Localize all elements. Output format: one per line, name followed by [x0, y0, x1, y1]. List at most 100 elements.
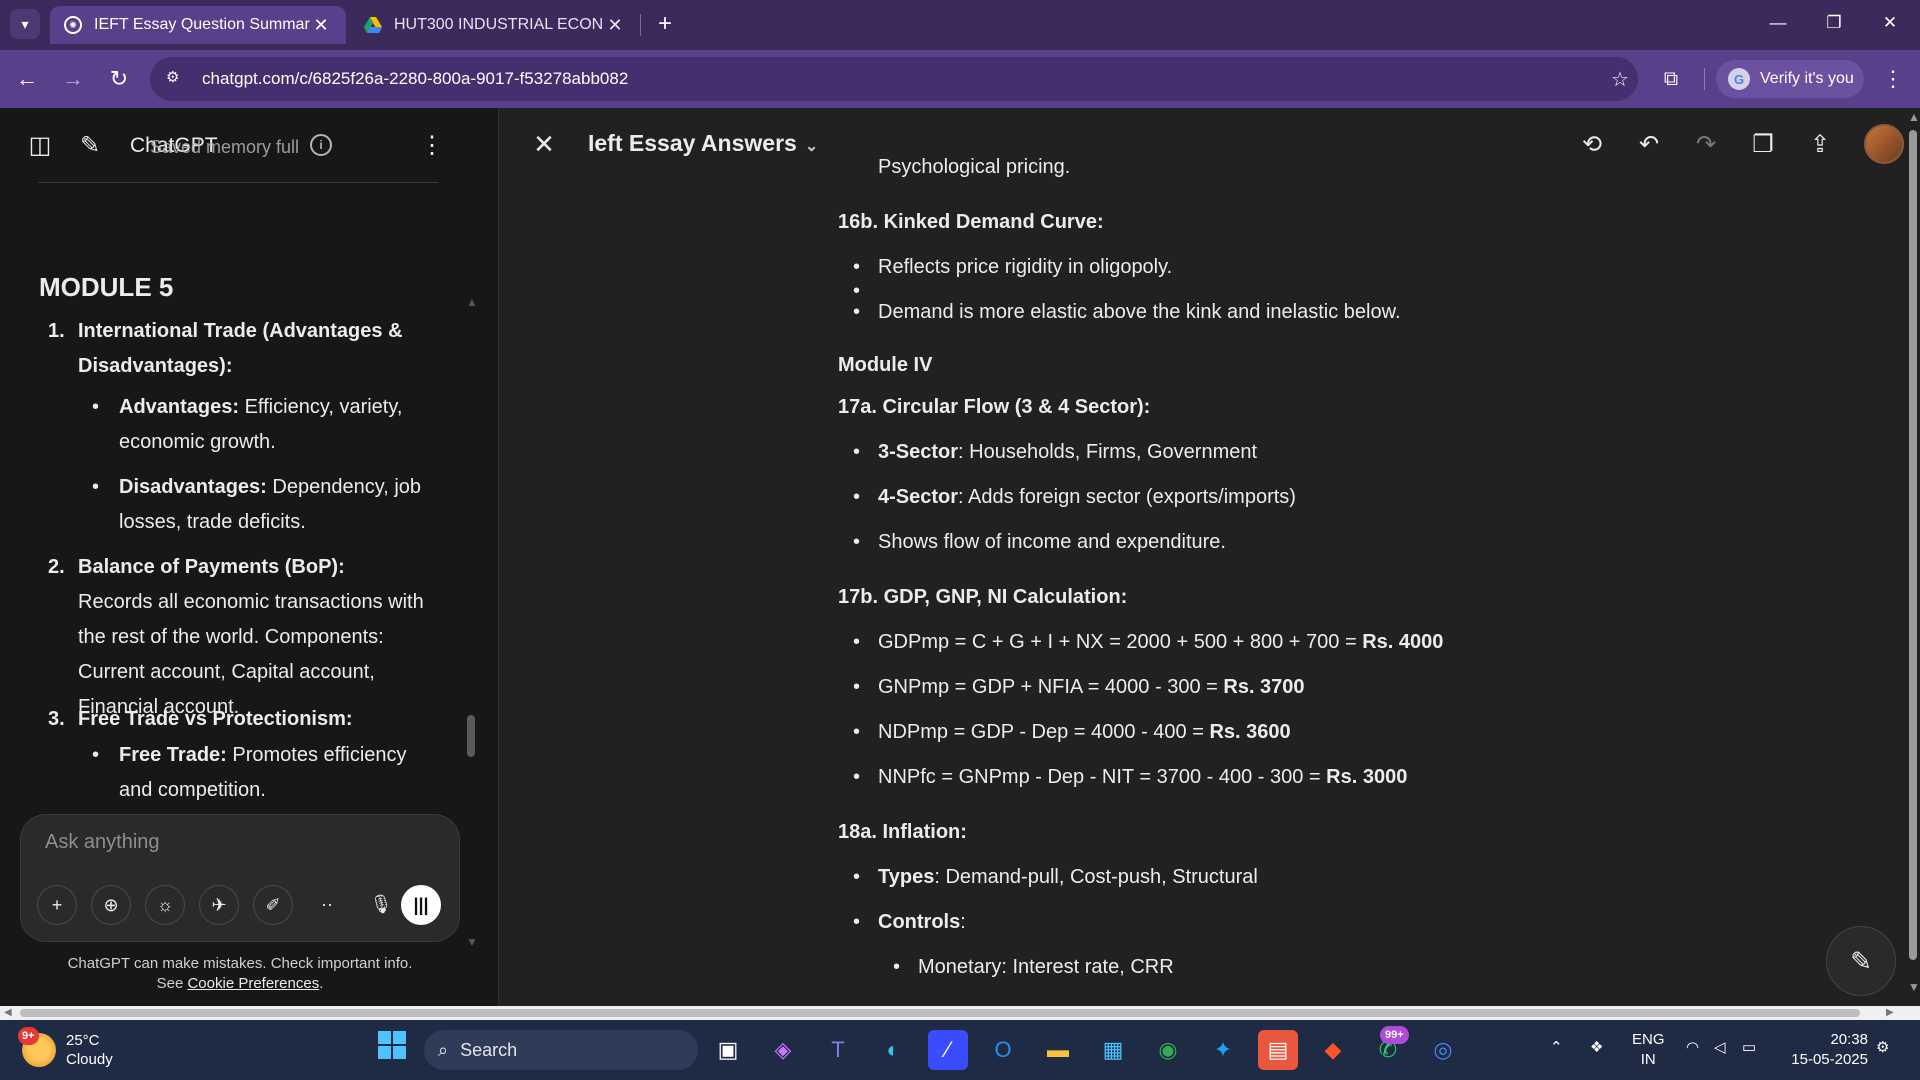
close-canvas-icon[interactable]: ✕ [528, 128, 560, 160]
scroll-up-icon[interactable]: ▲ [1908, 110, 1920, 124]
doc-bullet: Reflects price rigidity in oligopoly. [853, 252, 1172, 282]
doc-bullet: Shows flow of income and expenditure. [853, 527, 1226, 557]
taskbar-search[interactable]: ⌕ Search [424, 1030, 698, 1070]
doc-bullet: Demand is more elastic above the kink an… [853, 297, 1400, 327]
list-number: 1. [48, 320, 65, 342]
tab-separator [640, 14, 641, 36]
browser-menu-icon[interactable]: ⋮ [1878, 64, 1908, 94]
close-tab-icon[interactable]: ✕ [604, 15, 626, 36]
chrome-profile-icon[interactable]: ◎ [1423, 1030, 1463, 1070]
back-icon[interactable]: ← [12, 64, 42, 94]
tab-hut300[interactable]: HUT300 INDUSTRIAL ECONOMICS ✕ [350, 6, 640, 44]
voice-mode-icon[interactable]: ||| [401, 885, 441, 925]
more-options-icon[interactable]: ⋮ [420, 130, 444, 162]
new-tab-button[interactable]: + [650, 10, 680, 40]
chat-messages: MODULE 5 1. International Trade (Advanta… [0, 184, 470, 924]
copilot-icon[interactable]: ◈ [763, 1030, 803, 1070]
doc-heading: 17b. GDP, GNP, NI Calculation: [838, 586, 1128, 608]
scroll-down-icon[interactable]: ▼ [1908, 980, 1920, 994]
sidebar-toggle-icon[interactable]: ◫ [24, 130, 56, 162]
more-tools-icon[interactable]: ·· [307, 885, 347, 925]
bullet-label: Free Trade: [119, 744, 227, 766]
teams-icon[interactable]: T [818, 1030, 858, 1070]
doc-heading: 16b. Kinked Demand Curve: [838, 211, 1104, 233]
doc-heading: Module IV [838, 354, 933, 376]
scrollbar-thumb[interactable] [467, 715, 475, 757]
minimize-icon[interactable]: — [1750, 8, 1806, 38]
chevron-down-icon: ▾ [21, 15, 29, 32]
module-heading: MODULE 5 [39, 272, 174, 302]
tab-ieft-essay[interactable]: ✺ IEFT Essay Question Summaries ✕ [50, 6, 346, 44]
url-text[interactable]: chatgpt.com/c/6825f26a-2280-800a-9017-f5… [202, 69, 1602, 89]
task-view-icon[interactable]: ▣ [708, 1030, 748, 1070]
canvas-title[interactable]: Ieft Essay Answers ⌄ [588, 130, 818, 157]
forward-icon[interactable]: → [58, 64, 88, 94]
scroll-up-icon[interactable]: ▲ [466, 295, 478, 309]
share-icon[interactable]: ⇪ [1803, 128, 1837, 162]
show-hidden-icons-icon[interactable]: ⌃ [1550, 1038, 1563, 1056]
microphone-icon[interactable]: 🎙 [361, 885, 401, 925]
extensions-icon[interactable]: ⧉ [1656, 64, 1686, 94]
close-tab-icon[interactable]: ✕ [310, 15, 332, 36]
tab-search-button[interactable]: ▾ [10, 9, 40, 39]
close-window-icon[interactable]: ✕ [1862, 8, 1918, 38]
volume-icon[interactable]: ◁ [1714, 1038, 1726, 1056]
canvas-title-text: Ieft Essay Answers [588, 130, 797, 156]
chrome-icon[interactable]: ◉ [1148, 1030, 1188, 1070]
scroll-down-icon[interactable]: ▼ [466, 935, 478, 949]
message-composer[interactable]: Ask anything + ⊕ ☼ ✈ ✐ ·· 🎙 ||| [20, 814, 460, 942]
scrollbar-thumb[interactable] [20, 1009, 1860, 1017]
file-explorer-icon[interactable]: ▬ [1038, 1030, 1078, 1070]
doc-bullet: Controls: [853, 907, 966, 937]
scrollbar-thumb[interactable] [1909, 130, 1917, 960]
restore-icon[interactable]: ❐ [1806, 8, 1862, 38]
verify-profile-button[interactable]: G Verify it's you [1716, 60, 1864, 98]
copy-icon[interactable]: ❐ [1746, 128, 1780, 162]
site-info-icon[interactable]: ⚙ [166, 68, 188, 90]
canvas-document[interactable]: Psychological pricing. 16b. Kinked Deman… [838, 152, 1738, 1002]
avatar[interactable] [1864, 124, 1904, 164]
chatgpt-favicon-icon: ✺ [64, 16, 82, 34]
doc-bullet: Types: Demand-pull, Cost-push, Structura… [853, 862, 1258, 892]
list-number: 3. [48, 708, 65, 730]
horizontal-scrollbar[interactable]: ◀ ▶ [0, 1006, 1920, 1020]
brave-icon[interactable]: ◆ [1313, 1030, 1353, 1070]
notifications-icon[interactable]: ⚙ [1876, 1038, 1889, 1056]
tab-title: IEFT Essay Question Summaries [94, 16, 310, 33]
reload-icon[interactable]: ↻ [104, 64, 134, 94]
edit-suggestions-button[interactable]: ✎ [1826, 926, 1896, 996]
new-chat-icon[interactable]: ✎ [74, 130, 106, 162]
edge-icon[interactable]: ◐ [873, 1030, 913, 1070]
battery-icon[interactable]: ▭ [1742, 1038, 1756, 1056]
info-icon[interactable]: i [310, 134, 332, 156]
weather-widget[interactable]: 9+ 25°C Cloudy [18, 1027, 113, 1072]
dropbox-icon[interactable]: ❖ [1590, 1038, 1603, 1056]
scroll-left-icon[interactable]: ◀ [4, 1006, 12, 1020]
clock[interactable]: 20:38 15-05-2025 [1784, 1030, 1868, 1070]
composer-input[interactable]: Ask anything [45, 831, 160, 854]
scroll-right-icon[interactable]: ▶ [1886, 1006, 1894, 1020]
calendar-app-icon[interactable]: ▤ [1258, 1030, 1298, 1070]
add-attachment-icon[interactable]: + [37, 885, 77, 925]
cookie-preferences-link[interactable]: Cookie Preferences [187, 975, 319, 992]
weather-icon: 9+ [18, 1027, 56, 1067]
twitter-icon[interactable]: ✦ [1203, 1030, 1243, 1070]
start-icon[interactable] [372, 1030, 412, 1070]
draw-icon[interactable]: ✐ [253, 885, 293, 925]
chat-scrollbar[interactable]: ▲ ▼ [466, 295, 478, 949]
app-icon[interactable]: ⁄ [928, 1030, 968, 1070]
globe-search-icon[interactable]: ⊕ [91, 885, 131, 925]
outlook-icon[interactable]: O [983, 1030, 1023, 1070]
language-indicator[interactable]: ENG IN [1632, 1030, 1665, 1070]
memory-status: Saved memory full [150, 137, 300, 157]
canvas-scrollbar[interactable]: ▲ ▼ [1906, 108, 1920, 998]
address-bar[interactable]: ⚙ chatgpt.com/c/6825f26a-2280-800a-9017-… [150, 57, 1638, 101]
wifi-icon[interactable]: ◠ [1686, 1038, 1699, 1056]
store-icon[interactable]: ▦ [1093, 1030, 1133, 1070]
weather-badge: 9+ [18, 1027, 39, 1045]
date: 15-05-2025 [1791, 1051, 1868, 1068]
doc-line: Psychological pricing. [878, 156, 1071, 178]
bookmark-star-icon[interactable]: ☆ [1602, 67, 1638, 92]
lightbulb-icon[interactable]: ☼ [145, 885, 185, 925]
telescope-icon[interactable]: ✈ [199, 885, 239, 925]
